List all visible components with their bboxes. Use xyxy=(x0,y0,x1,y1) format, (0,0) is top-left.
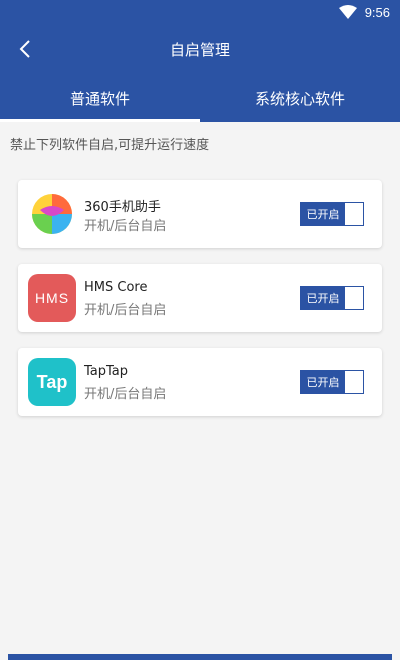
app-name: TapTap xyxy=(84,364,129,379)
app-autostart-desc: 开机/后台自启 xyxy=(84,219,167,234)
list-item: HMS HMS Core 开机/后台自启 已开启 xyxy=(18,264,382,332)
toggle-label: 已开启 xyxy=(301,203,345,225)
autostart-toggle[interactable]: 已开启 xyxy=(300,286,364,310)
list-item: 360手机助手 开机/后台自启 已开启 xyxy=(18,180,382,248)
status-time: 9:56 xyxy=(364,4,390,20)
360-assistant-icon xyxy=(28,190,76,238)
wifi-icon xyxy=(338,5,357,19)
toggle-knob xyxy=(345,287,363,309)
autostart-toggle[interactable]: 已开启 xyxy=(300,370,364,394)
toggle-knob xyxy=(345,203,363,225)
tab-system-core-apps[interactable]: 系统核心软件 xyxy=(200,74,400,122)
taptap-icon-text: Tap xyxy=(36,371,68,392)
app-bar: 自启管理 xyxy=(0,24,400,74)
taptap-icon: Tap xyxy=(28,358,76,406)
tab-normal-apps[interactable]: 普通软件 xyxy=(0,74,200,122)
app-autostart-desc: 开机/后台自启 xyxy=(84,303,167,318)
autostart-toggle[interactable]: 已开启 xyxy=(300,202,364,226)
page-title: 自启管理 xyxy=(169,41,230,59)
app-name: 360手机助手 xyxy=(84,200,161,215)
toggle-label: 已开启 xyxy=(301,371,345,393)
toggle-knob xyxy=(345,371,363,393)
toggle-label: 已开启 xyxy=(301,287,345,309)
status-bar: 9:56 xyxy=(0,0,400,24)
tab-label: 普通软件 xyxy=(69,89,130,108)
hint-text: 禁止下列软件自启,可提升运行速度 xyxy=(10,138,210,153)
app-autostart-desc: 开机/后台自启 xyxy=(84,387,167,402)
bottom-bar xyxy=(8,654,392,660)
hms-icon-text: HMS xyxy=(34,290,70,306)
tab-bar: 普通软件 系统核心软件 xyxy=(0,74,400,122)
app-name: HMS Core xyxy=(84,280,148,295)
tab-label: 系统核心软件 xyxy=(254,89,345,108)
hms-core-icon: HMS xyxy=(28,274,76,322)
list-item: Tap TapTap 开机/后台自启 已开启 xyxy=(18,348,382,416)
